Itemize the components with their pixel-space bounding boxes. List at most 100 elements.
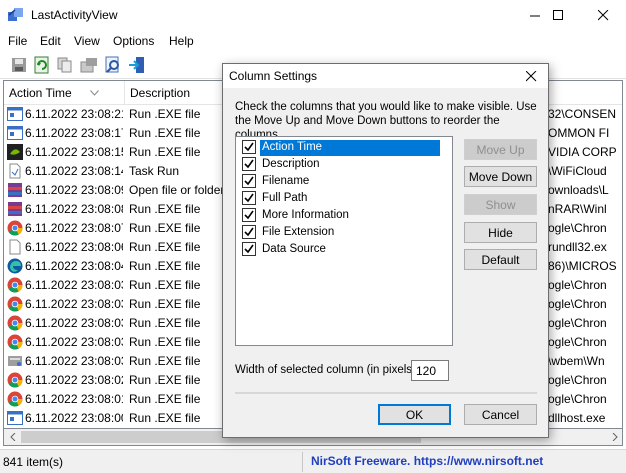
row-action-time: 6.11.2022 23:08:15 <box>25 145 123 159</box>
column-settings-dialog: Column Settings Check the columns that y… <box>222 63 549 438</box>
task-file-icon <box>9 163 21 179</box>
menu-options[interactable]: Options <box>113 34 154 48</box>
exit-icon[interactable] <box>128 56 146 74</box>
show-button[interactable]: Show <box>464 194 537 215</box>
refresh-icon[interactable] <box>33 56 51 74</box>
move-down-label: Move Down <box>468 169 533 184</box>
scroll-left-icon[interactable] <box>4 429 21 445</box>
menu-file[interactable]: File <box>8 34 27 48</box>
move-down-button[interactable]: Move Down <box>464 166 537 187</box>
checkmark-icon <box>244 142 254 152</box>
move-up-button[interactable]: Move Up <box>464 139 537 160</box>
row-full-path: 32\CONSEN <box>548 107 617 121</box>
default-label: Default <box>481 252 520 267</box>
dialog-close-button[interactable] <box>514 64 548 88</box>
column-width-input[interactable]: 120 <box>411 360 449 381</box>
row-action-time: 6.11.2022 23:08:06 <box>25 240 123 254</box>
checkmark-icon <box>244 159 254 169</box>
column-checkbox[interactable] <box>242 174 256 188</box>
item-count: 841 item(s) <box>3 455 64 469</box>
dialog-separator <box>235 392 537 394</box>
checkmark-icon <box>244 193 254 203</box>
copy-icon[interactable] <box>56 56 74 74</box>
column-option[interactable]: Action Time <box>240 139 450 156</box>
close-button[interactable] <box>581 0 626 31</box>
cancel-label: Cancel <box>481 407 520 422</box>
column-option[interactable]: More Information <box>240 207 450 224</box>
column-option-label: More Information <box>262 209 349 221</box>
edge-icon <box>7 258 23 274</box>
show-label: Show <box>485 197 516 212</box>
column-option-label: Action Time <box>260 140 440 156</box>
column-checkbox[interactable] <box>242 225 256 239</box>
column-checklist[interactable]: Action Time Description Filename Full Path M… <box>235 136 453 346</box>
row-full-path: ogle\Chron <box>548 221 607 235</box>
column-option-label: Data Source <box>262 243 326 255</box>
cancel-button[interactable]: Cancel <box>464 404 537 425</box>
column-option[interactable]: File Extension <box>240 224 450 241</box>
row-action-time: 6.11.2022 23:08:08 <box>25 202 123 216</box>
properties-icon[interactable] <box>80 56 98 74</box>
column-checkbox[interactable] <box>242 242 256 256</box>
row-action-time: 6.11.2022 23:08:01 <box>25 392 123 406</box>
row-full-path: rundll32.ex <box>548 240 607 254</box>
chrome-icon <box>7 296 23 312</box>
row-full-path: VIDIA CORP <box>548 145 617 159</box>
menu-view[interactable]: View <box>74 34 100 48</box>
title-bar: LastActivityView <box>0 0 626 31</box>
chrome-icon <box>7 372 23 388</box>
hide-button[interactable]: Hide <box>464 222 537 243</box>
maximize-button[interactable] <box>536 0 581 31</box>
checkmark-icon <box>244 176 254 186</box>
dialog-title: Column Settings <box>229 69 318 83</box>
row-full-path: 86)\MICROS <box>548 259 617 273</box>
row-action-time: 6.11.2022 23:08:07 <box>25 221 123 235</box>
row-full-path: dllhost.exe <box>548 411 606 425</box>
maximize-icon <box>553 10 563 20</box>
wmi-exe-icon <box>8 356 22 366</box>
column-option[interactable]: Description <box>240 156 450 173</box>
dialog-title-bar: Column Settings <box>223 64 548 88</box>
row-full-path: ogle\Chron <box>548 297 607 311</box>
column-checkbox[interactable] <box>242 140 256 154</box>
column-option[interactable]: Full Path <box>240 190 450 207</box>
checkmark-icon <box>244 244 254 254</box>
scroll-right-icon[interactable] <box>606 429 623 445</box>
find-icon[interactable] <box>104 56 122 74</box>
save-icon[interactable] <box>10 56 28 74</box>
row-action-time: 6.11.2022 23:08:03 <box>25 297 123 311</box>
row-action-time: 6.11.2022 23:08:14 <box>25 164 123 178</box>
row-full-path: ogle\Chron <box>548 373 607 387</box>
row-action-time: 6.11.2022 23:08:03 <box>25 278 123 292</box>
column-option[interactable]: Data Source <box>240 241 450 258</box>
row-action-time: 6.11.2022 23:08:02 <box>25 373 123 387</box>
column-header-label: Action Time <box>9 86 72 100</box>
close-icon <box>525 70 536 81</box>
checkmark-icon <box>244 210 254 220</box>
column-option[interactable]: Filename <box>240 173 450 190</box>
menu-help[interactable]: Help <box>169 34 194 48</box>
menu-edit[interactable]: Edit <box>40 34 61 48</box>
menu-bar: File Edit View Options Help <box>0 31 626 51</box>
column-checkbox[interactable] <box>242 157 256 171</box>
row-full-path: ogle\Chron <box>548 278 607 292</box>
row-action-time: 6.11.2022 23:08:03 <box>25 354 123 368</box>
column-width-label: Width of selected column (in pixels): <box>235 364 420 376</box>
column-checkbox[interactable] <box>242 191 256 205</box>
chrome-icon <box>7 220 23 236</box>
winrar-icon <box>8 183 22 197</box>
row-action-time: 6.11.2022 23:08:09 <box>25 183 123 197</box>
chrome-icon <box>7 391 23 407</box>
ok-button[interactable]: OK <box>378 404 451 425</box>
nirsoft-link[interactable]: NirSoft Freeware. https://www.nirsoft.ne… <box>311 454 543 468</box>
consent-exe-icon <box>7 107 23 121</box>
column-checkbox[interactable] <box>242 208 256 222</box>
row-full-path: nRAR\Winl <box>548 202 607 216</box>
window-title: LastActivityView <box>31 8 118 22</box>
common-files-exe-icon <box>7 126 23 140</box>
chrome-icon <box>7 277 23 293</box>
column-option-label: Filename <box>262 175 310 187</box>
column-header-action-time[interactable]: Action Time <box>4 81 125 105</box>
default-button[interactable]: Default <box>464 249 537 270</box>
row-action-time: 6.11.2022 23:08:00 <box>25 411 123 425</box>
